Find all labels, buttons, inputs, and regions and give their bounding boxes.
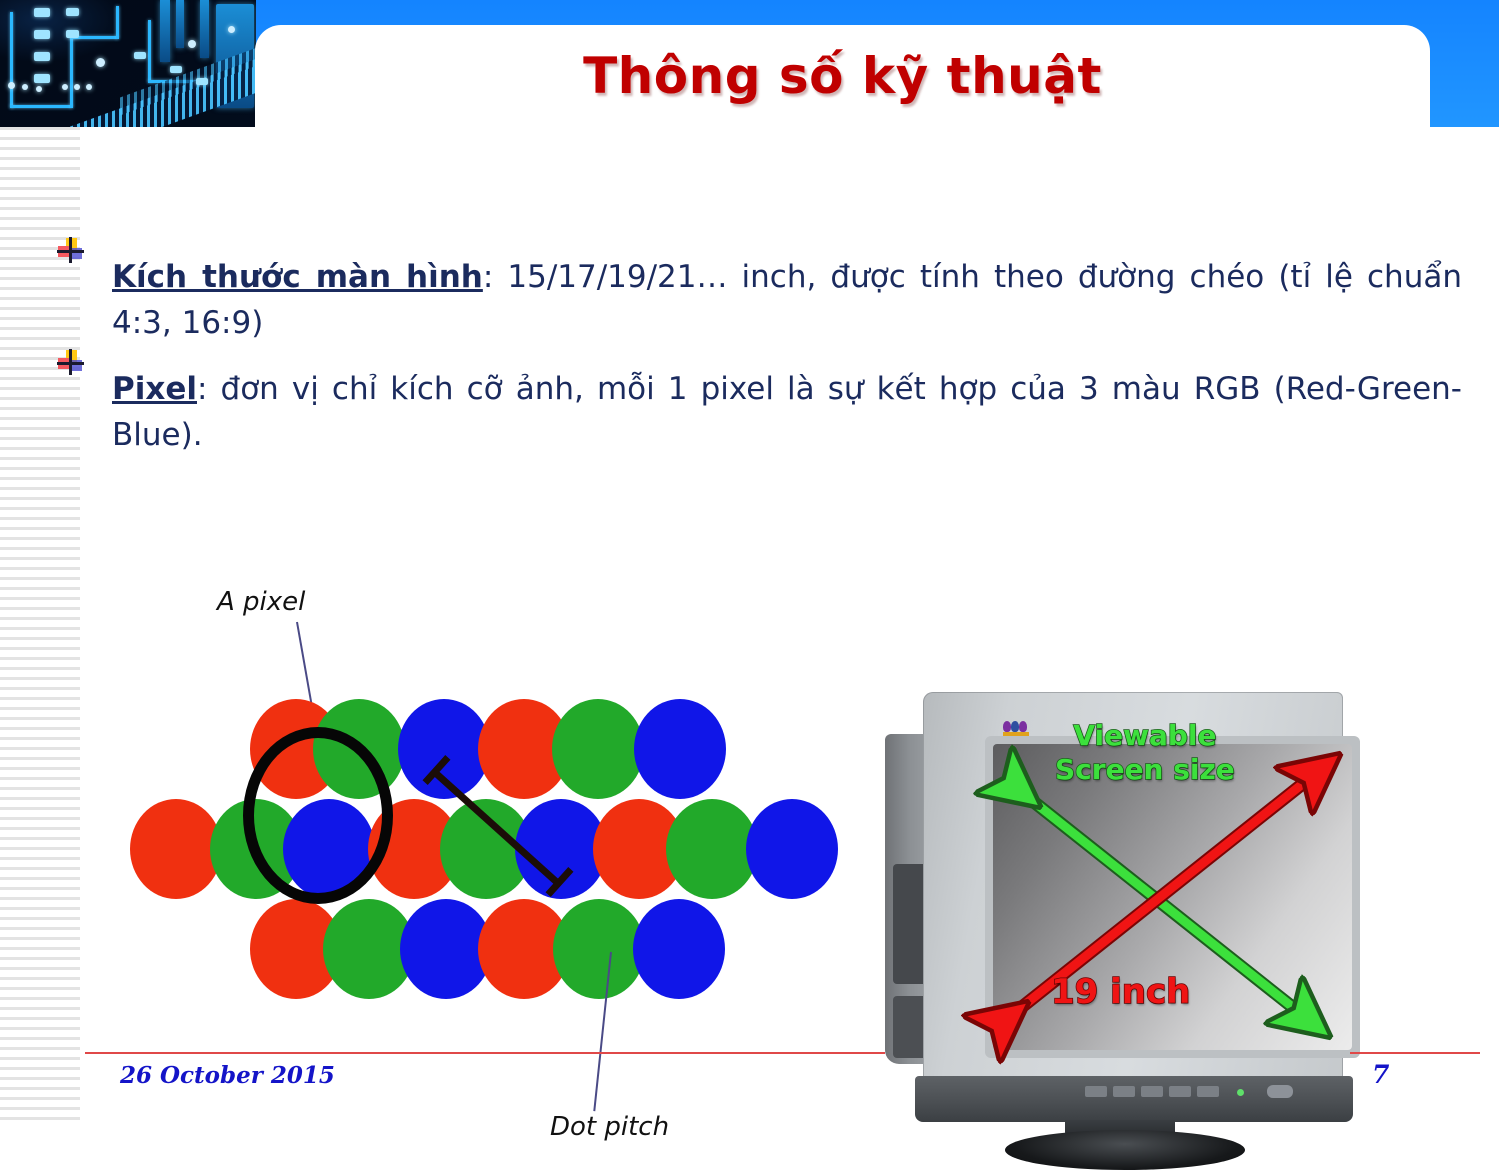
page-number: 7 bbox=[1372, 1060, 1390, 1089]
bullet-text-screen-size: Kích thước màn hình: 15/17/19/21… inch, … bbox=[112, 254, 1462, 346]
slide-content: Kích thước màn hình: 15/17/19/21… inch, … bbox=[0, 127, 1499, 1170]
crt-monitor-figure: Viewable Screen size 19 inch bbox=[885, 672, 1360, 1170]
bullet-lead-pixel: Pixel bbox=[112, 371, 197, 407]
screen-size-label: 19 inch bbox=[1050, 971, 1191, 1013]
dot-pitch-label: Dot pitch bbox=[550, 1112, 670, 1142]
footer-divider-right bbox=[1350, 1052, 1480, 1054]
circuit-board-image bbox=[0, 0, 256, 127]
footer-divider-left bbox=[85, 1052, 885, 1054]
a-pixel-label: A pixel bbox=[217, 587, 306, 617]
slide-header-band: Thông số kỹ thuật bbox=[0, 0, 1499, 127]
bullet-item-pixel: Pixel: đơn vị chỉ kích cỡ ảnh, mỗi 1 pix… bbox=[50, 335, 1470, 489]
title-card: Thông số kỹ thuật bbox=[255, 25, 1430, 127]
page-title: Thông số kỹ thuật bbox=[583, 47, 1102, 105]
footer-date: 26 October 2015 bbox=[120, 1062, 335, 1089]
pixel-dot-diagram: A pixel Dot pitch bbox=[110, 577, 850, 1142]
bullet-lead-screen-size: Kích thước màn hình bbox=[112, 259, 483, 295]
viewable-line-1: Viewable bbox=[1073, 718, 1218, 753]
multicolor-cross-bullet-icon bbox=[57, 237, 85, 265]
viewable-screen-size-label: Viewable Screen size bbox=[1054, 718, 1235, 787]
multicolor-cross-bullet-icon bbox=[57, 349, 85, 377]
viewable-line-2: Screen size bbox=[1054, 752, 1235, 787]
bullet-text-pixel: Pixel: đơn vị chỉ kích cỡ ảnh, mỗi 1 pix… bbox=[112, 366, 1462, 458]
highlight-ring bbox=[243, 727, 393, 904]
bullet-rest-pixel: : đơn vị chỉ kích cỡ ảnh, mỗi 1 pixel là… bbox=[112, 371, 1462, 453]
